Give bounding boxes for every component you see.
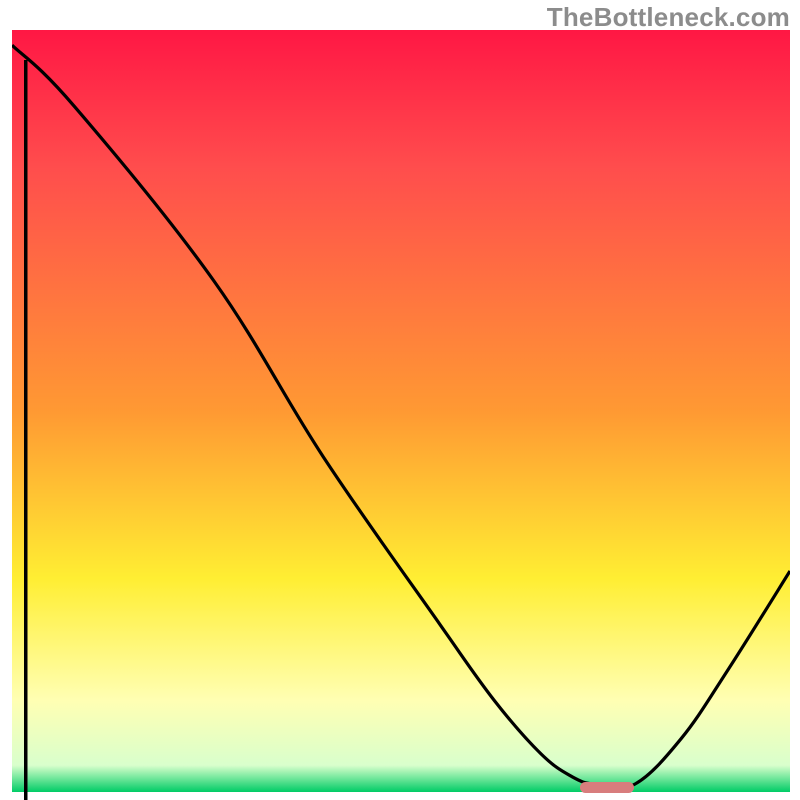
axes bbox=[24, 60, 800, 800]
plot-area bbox=[12, 30, 790, 792]
watermark-text: TheBottleneck.com bbox=[547, 2, 790, 33]
chart-root: { "watermark": "TheBottleneck.com", "col… bbox=[0, 0, 800, 800]
optimum-marker bbox=[580, 782, 634, 793]
